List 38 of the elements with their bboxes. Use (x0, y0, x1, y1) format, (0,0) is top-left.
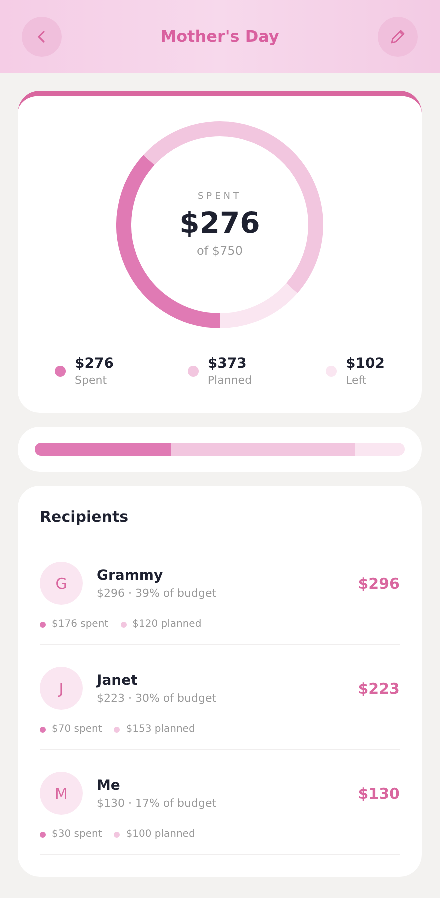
recipient-name: Me (97, 778, 122, 794)
planned-dot (114, 726, 120, 732)
legend-label: Planned (208, 374, 252, 387)
spent-dot (40, 726, 46, 732)
section-title: Recipients (40, 508, 130, 526)
recipient-total: $296 (358, 574, 400, 592)
planned-text: $100 planned (126, 829, 196, 840)
recipient-detail: $296 · 39% of budget (97, 586, 218, 600)
edit-button[interactable] (378, 16, 418, 56)
legend-amount: $276 (74, 356, 114, 372)
legend-label: Spent (74, 374, 108, 387)
legend-label: Left (346, 374, 368, 387)
spent-dot (40, 622, 46, 628)
avatar-initial: M (40, 772, 83, 815)
recipient-detail: $130 · 17% of budget (97, 796, 218, 810)
legend-amount: $102 (346, 356, 385, 372)
page-title: Mother's Day (160, 27, 280, 46)
recipient-name: Janet (97, 672, 139, 688)
recipient-name: Grammy (97, 568, 164, 584)
spent-dot (40, 832, 46, 838)
planned-text: $120 planned (132, 619, 202, 630)
avatar-initial: J (40, 667, 83, 710)
spent-text: $70 spent (52, 724, 102, 735)
spent-text: $176 spent (52, 619, 109, 630)
spent-text: $30 spent (52, 829, 102, 840)
planned-dot (120, 622, 127, 628)
spent-amount: $276 (180, 206, 260, 240)
planned-text: $153 planned (126, 724, 196, 735)
legend-amount: $373 (208, 356, 248, 372)
recipient-total: $130 (358, 784, 400, 802)
spent-label: SPENT (198, 192, 242, 202)
back-button[interactable] (22, 16, 62, 56)
avatar-initial: G (40, 562, 83, 605)
pencil-icon (388, 28, 407, 46)
budget-total: of $750 (197, 244, 243, 258)
recipient-detail: $223 · 30% of budget (97, 692, 218, 704)
recipient-total: $223 (358, 680, 400, 698)
planned-dot (114, 832, 120, 838)
